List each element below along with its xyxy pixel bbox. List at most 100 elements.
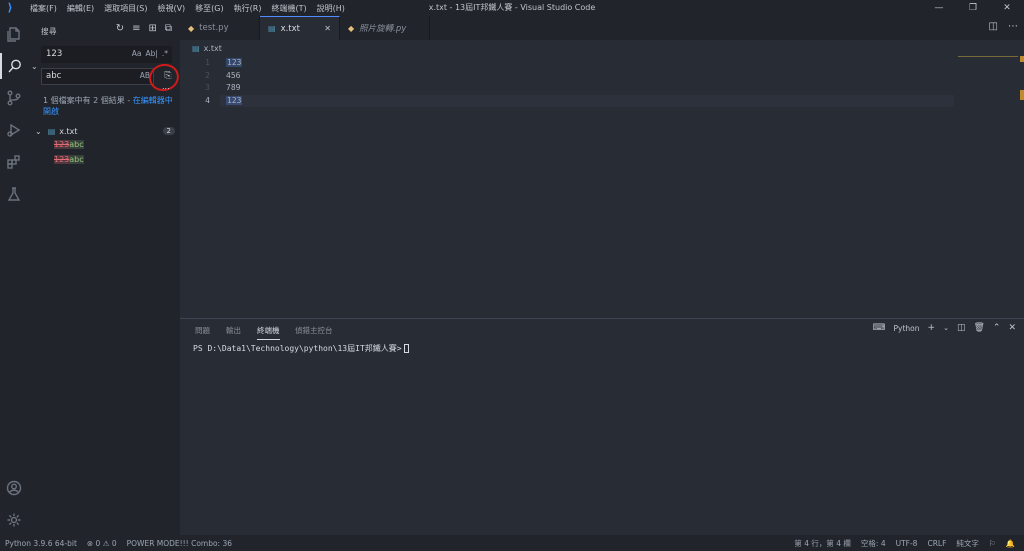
line-number: 3	[205, 83, 210, 92]
terminal-type-label[interactable]: Python	[894, 324, 920, 333]
breadcrumb[interactable]: ▤ x.txt	[192, 44, 222, 53]
line-number: 4	[205, 96, 210, 105]
problems-count[interactable]: ⊗ 0 ⚠ 0	[82, 539, 122, 548]
chevron-down-icon[interactable]: ⌄	[943, 324, 949, 332]
tab-debug-console[interactable]: 偵錯主控台	[295, 325, 333, 336]
replace-input[interactable]: abc AB	[41, 68, 154, 85]
search-input[interactable]: 123 Aa Ab| .*	[41, 46, 172, 63]
menu-help[interactable]: 說明(H)	[312, 3, 350, 14]
match-case-icon[interactable]: Aa	[132, 49, 142, 58]
result-file-name: x.txt	[59, 126, 78, 136]
search-sidebar: 搜尋 ↻ ≡ ⊞ ⧉ ⌄ 123 Aa Ab| .* abc AB ⎘ ... …	[27, 16, 182, 535]
minimize-button[interactable]: —	[922, 0, 956, 16]
terminal-prompt[interactable]: PS D:\Data1\Technology\python\13屆IT邦鐵人賽>	[193, 343, 409, 354]
close-window-button[interactable]: ✕	[990, 0, 1024, 16]
maximize-panel-icon[interactable]: ⌃	[993, 323, 1001, 333]
menu-terminal[interactable]: 終端機(T)	[266, 3, 311, 14]
match-old-text: 123	[54, 155, 70, 164]
result-file-row[interactable]: ⌄ ▤ x.txt 2	[35, 125, 175, 137]
more-options-icon[interactable]: ...	[162, 82, 170, 91]
vscode-logo-icon: ⟩	[7, 1, 13, 14]
results-count-text: 1 個檔案中有 2 個結果 -	[43, 96, 133, 105]
testing-flask-icon[interactable]	[0, 181, 27, 207]
indentation[interactable]: 空格: 4	[856, 538, 891, 549]
minimap[interactable]	[958, 56, 1018, 57]
python-interpreter[interactable]: Python 3.9.6 64-bit	[0, 539, 82, 548]
feedback-icon[interactable]: ⚐	[984, 539, 1001, 548]
current-line-highlight	[220, 95, 954, 107]
power-mode-status: POWER MODE!!! Combo: 36	[126, 538, 233, 548]
close-tab-icon[interactable]: ✕	[324, 24, 331, 33]
end-of-line[interactable]: CRLF	[922, 539, 951, 548]
file-icon: ▤	[47, 126, 56, 136]
menu-run[interactable]: 執行(R)	[229, 3, 267, 14]
split-editor-icon[interactable]: ◫	[989, 21, 998, 32]
menu-view[interactable]: 檢視(V)	[152, 3, 190, 14]
replace-input-value: abc	[46, 71, 62, 81]
menu-selection[interactable]: 選取項目(S)	[99, 3, 152, 14]
tab-photo-rotate-py[interactable]: ◆ 照片旋轉.py	[340, 16, 430, 40]
accounts-icon[interactable]	[0, 475, 27, 501]
tab-problems[interactable]: 問題	[195, 325, 210, 336]
new-search-editor-icon[interactable]: ⊞	[148, 23, 156, 34]
python-icon: ◆	[348, 23, 355, 33]
code-line[interactable]: 789	[226, 83, 240, 92]
menu-edit[interactable]: 編輯(E)	[62, 3, 99, 14]
split-terminal-icon[interactable]: ◫	[957, 323, 966, 333]
line-number: 2	[205, 71, 210, 80]
match-whole-word-icon[interactable]: Ab|	[145, 49, 157, 58]
scrollbar-marker	[1020, 56, 1024, 62]
encoding[interactable]: UTF-8	[891, 539, 923, 548]
terminal-cursor	[403, 344, 409, 353]
match-new-text: abc	[69, 140, 84, 149]
code-line[interactable]: 456	[226, 71, 240, 80]
terminal-prompt-text: PS D:\Data1\Technology\python\13屆IT邦鐵人賽>	[193, 344, 402, 353]
match-old-text: 123	[54, 140, 70, 149]
notifications-bell-icon[interactable]: 🔔	[1001, 539, 1020, 548]
use-regex-icon[interactable]: .*	[162, 49, 168, 58]
search-icon[interactable]	[0, 53, 27, 79]
status-bar: Python 3.9.6 64-bit ⊗ 0 ⚠ 0 POWER MODE!!…	[0, 535, 1024, 551]
tab-label: x.txt	[280, 23, 300, 34]
file-icon: ▤	[192, 44, 200, 53]
editor-area[interactable]: ▤ x.txt 1 2 3 4 123 456 789 123	[180, 40, 1024, 318]
tab-x-txt[interactable]: ▤ x.txt ✕	[260, 16, 340, 40]
run-debug-icon[interactable]	[0, 117, 27, 143]
restore-button[interactable]: ❐	[956, 0, 990, 16]
menu-go[interactable]: 移至(G)	[190, 3, 228, 14]
code-line[interactable]: 123	[226, 96, 243, 105]
tab-test-py[interactable]: ◆ test.py	[180, 16, 260, 40]
file-icon: ▤	[268, 24, 276, 33]
toggle-replace-chevron-icon[interactable]: ⌄	[31, 62, 38, 71]
match-line[interactable]: 123abc	[54, 155, 84, 164]
match-line[interactable]: 123abc	[54, 140, 84, 149]
trash-icon[interactable]: 🗑	[973, 323, 984, 333]
collapse-all-icon[interactable]: ⧉	[165, 23, 172, 34]
settings-gear-icon[interactable]	[0, 507, 27, 533]
menu-bar: 檔案(F) 編輯(E) 選取項目(S) 檢視(V) 移至(G) 執行(R) 終端…	[25, 3, 350, 14]
python-icon: ◆	[188, 23, 195, 33]
breadcrumb-file[interactable]: x.txt	[204, 44, 222, 53]
refresh-icon[interactable]: ↻	[116, 23, 124, 34]
close-panel-icon[interactable]: ✕	[1008, 323, 1016, 333]
new-terminal-icon[interactable]: +	[928, 323, 936, 333]
title-bar: ⟩ 檔案(F) 編輯(E) 選取項目(S) 檢視(V) 移至(G) 執行(R) …	[0, 0, 1024, 16]
clear-results-icon[interactable]: ≡	[132, 23, 140, 34]
more-actions-icon[interactable]: ⋯	[1008, 21, 1018, 32]
code-line[interactable]: 123	[226, 58, 243, 67]
sidebar-title: 搜尋	[41, 27, 57, 36]
tab-output[interactable]: 輸出	[226, 325, 241, 336]
chevron-down-icon[interactable]: ⌄	[35, 127, 42, 136]
extensions-icon[interactable]	[0, 149, 27, 175]
activity-bar	[0, 16, 27, 535]
tab-terminal[interactable]: 終端機	[257, 325, 280, 340]
source-control-icon[interactable]	[0, 85, 27, 111]
explorer-icon[interactable]	[0, 21, 27, 47]
match-new-text: abc	[69, 155, 84, 164]
cursor-position[interactable]: 第 4 行，第 4 欄	[789, 538, 856, 549]
tab-label: 照片旋轉.py	[359, 24, 407, 34]
tab-label: test.py	[199, 23, 229, 33]
bottom-panel: 問題 輸出 終端機 偵錯主控台 ⌨ Python + ⌄ ◫ 🗑 ⌃ ✕ PS …	[180, 318, 1024, 535]
language-mode[interactable]: 純文字	[951, 538, 984, 549]
menu-file[interactable]: 檔案(F)	[25, 3, 62, 14]
